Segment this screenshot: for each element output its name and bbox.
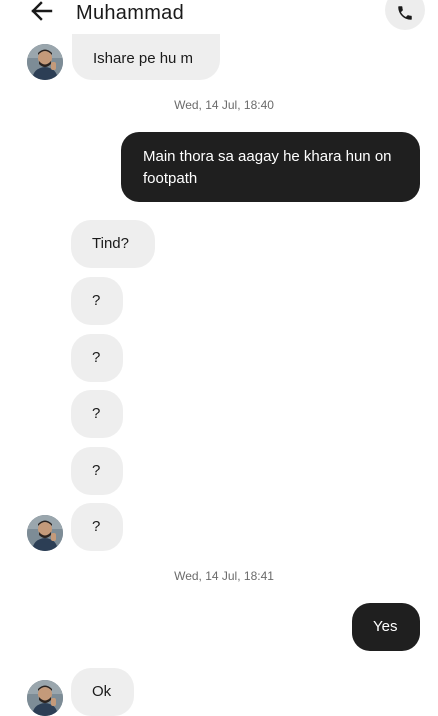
back-button[interactable] <box>28 0 56 26</box>
incoming-message[interactable]: ? <box>71 447 123 495</box>
avatar[interactable] <box>27 515 63 551</box>
message-timestamp: Wed, 14 Jul, 18:41 <box>174 569 274 583</box>
phone-icon <box>396 4 414 27</box>
outgoing-message[interactable]: Main thora sa aagay he khara hun on foot… <box>121 132 420 202</box>
call-button[interactable] <box>385 0 425 30</box>
outgoing-message-text: Main thora sa aagay he khara hun on foot… <box>143 148 392 187</box>
incoming-message[interactable]: ? <box>71 334 123 382</box>
incoming-message[interactable]: ? <box>71 277 123 325</box>
incoming-message[interactable]: Tind? <box>71 220 155 268</box>
outgoing-message[interactable]: Yes <box>352 603 420 651</box>
incoming-message[interactable]: ? <box>71 390 123 438</box>
message-timestamp: Wed, 14 Jul, 18:40 <box>174 98 274 112</box>
avatar[interactable] <box>27 44 63 80</box>
incoming-message[interactable]: Ok <box>71 668 134 716</box>
incoming-message[interactable]: Ishare pe hu m <box>72 34 220 80</box>
arrow-left-icon <box>31 0 53 26</box>
avatar[interactable] <box>27 680 63 716</box>
chat-header: Muhammad <box>0 0 438 30</box>
incoming-message[interactable]: ? <box>71 503 123 551</box>
contact-name[interactable]: Muhammad <box>76 0 184 28</box>
